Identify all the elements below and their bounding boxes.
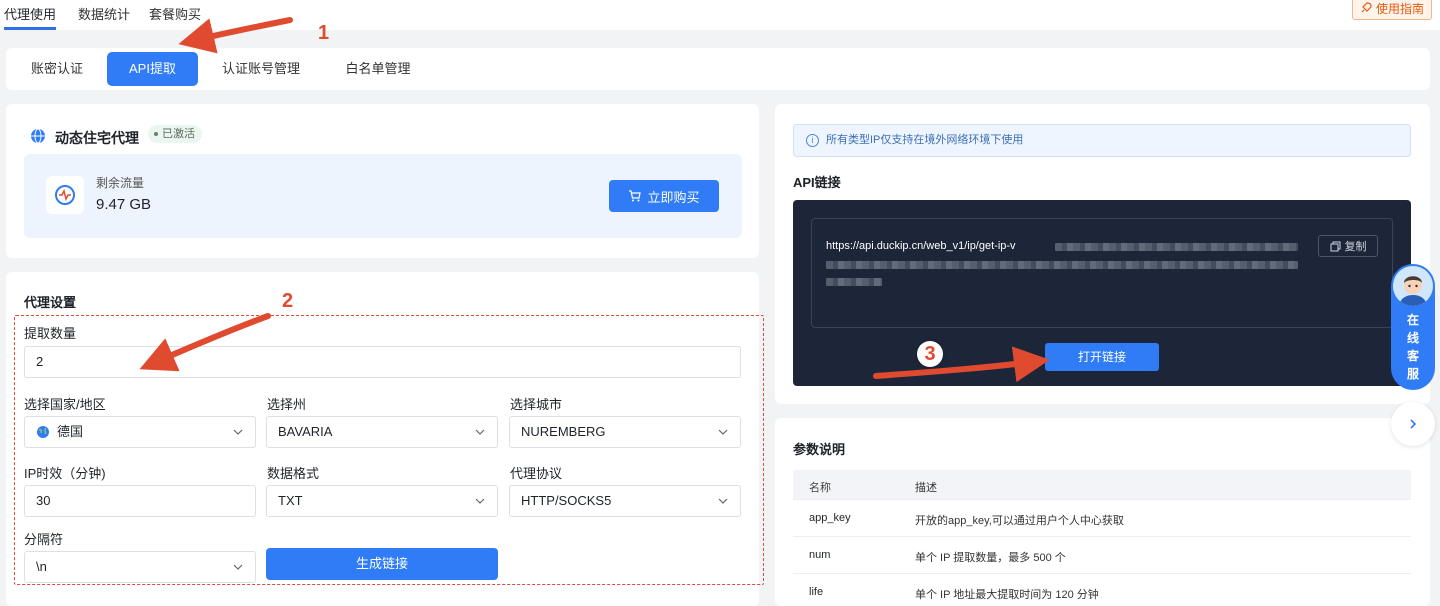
- chevron-down-icon: [233, 429, 243, 435]
- city-select[interactable]: NUREMBERG: [509, 416, 741, 448]
- city-label: 选择城市: [510, 397, 563, 412]
- table-row: life 单个 IP 地址最大提取时间为 120 分钟: [793, 574, 1411, 606]
- separator-label: 分隔符: [24, 532, 64, 547]
- notice-banner: i 所有类型IP仅支持在境外网络环境下使用: [793, 124, 1411, 157]
- globe-icon: [31, 128, 45, 144]
- remaining-flow-label: 剩余流量: [96, 176, 145, 190]
- info-icon: i: [806, 134, 819, 147]
- table-row: app_key 开放的app_key,可以通过用户个人中心获取: [793, 500, 1411, 537]
- expand-button[interactable]: [1391, 402, 1435, 446]
- buy-now-button[interactable]: 立即购买: [609, 180, 719, 212]
- proxy-title: 动态住宅代理: [55, 130, 139, 146]
- subtab-password-auth[interactable]: 账密认证: [16, 52, 98, 86]
- param-desc: 开放的app_key,可以通过用户个人中心获取: [915, 515, 1124, 527]
- subtab-api-extract[interactable]: API提取: [107, 52, 198, 86]
- protocol-value: HTTP/SOCKS5: [521, 493, 612, 508]
- usage-guide-label: 使用指南: [1375, 1, 1424, 16]
- param-desc: 单个 IP 提取数量，最多 500 个: [915, 552, 1066, 564]
- count-input[interactable]: 2: [24, 346, 741, 378]
- annotation-number-2: 2: [282, 290, 294, 312]
- table-row: num 单个 IP 提取数量，最多 500 个: [793, 537, 1411, 574]
- status-badge: 已激活: [148, 125, 202, 143]
- blurred-url-segment: [826, 278, 882, 286]
- copy-button[interactable]: 复制: [1318, 235, 1378, 257]
- table-header: 名称 描述: [793, 470, 1411, 500]
- header-name: 名称: [809, 482, 831, 494]
- blurred-url-segment: [826, 261, 1298, 269]
- tab-data-stats[interactable]: 数据统计: [78, 4, 130, 23]
- tab-proxy-usage[interactable]: 代理使用: [4, 4, 56, 23]
- api-link-title: API链接: [793, 175, 841, 190]
- protocol-label: 代理协议: [510, 466, 563, 481]
- count-label: 提取数量: [24, 326, 77, 341]
- pulse-icon: [46, 176, 84, 214]
- globe-icon: [37, 426, 49, 438]
- chevron-down-icon: [718, 429, 728, 435]
- avatar: [1393, 266, 1433, 306]
- rocket-icon: [1361, 2, 1372, 13]
- chevron-right-icon: [1410, 419, 1417, 429]
- tab-package-purchase[interactable]: 套餐购买: [149, 4, 201, 23]
- chevron-down-icon: [475, 429, 485, 435]
- notice-text: 所有类型IP仅支持在境外网络环境下使用: [826, 134, 1024, 146]
- chevron-down-icon: [475, 498, 485, 504]
- params-title: 参数说明: [793, 442, 846, 457]
- header-desc: 描述: [915, 482, 937, 494]
- service-char: 线: [1406, 331, 1419, 345]
- sub-tabs: 账密认证 API提取 认证账号管理 白名单管理: [6, 48, 1430, 90]
- flow-panel: 剩余流量 9.47 GB 立即购买: [24, 154, 742, 238]
- param-name: app_key: [809, 512, 851, 524]
- generate-link-button[interactable]: 生成链接: [266, 548, 498, 580]
- state-select[interactable]: BAVARIA: [266, 416, 498, 448]
- life-input[interactable]: 30: [24, 485, 256, 517]
- api-link-panel: https://api.duckip.cn/web_v1/ip/get-ip-v…: [793, 200, 1411, 386]
- annotation-number-3: 3: [917, 341, 943, 367]
- active-tab-indicator: [4, 27, 56, 30]
- params-card: 参数说明 名称 描述 app_key 开放的app_key,可以通过用户个人中心…: [775, 418, 1430, 606]
- open-link-button[interactable]: 打开链接: [1045, 343, 1159, 371]
- settings-title: 代理设置: [24, 295, 77, 310]
- country-value: 德国: [57, 424, 84, 439]
- blurred-url-segment: [1055, 243, 1298, 251]
- online-service-label: 在 线 客 服: [1391, 311, 1435, 383]
- chevron-down-icon: [718, 498, 728, 504]
- proxy-card: 动态住宅代理 已激活 剩余流量 9.47 GB 立即购买: [6, 104, 759, 258]
- online-service-button[interactable]: 在 线 客 服: [1391, 264, 1435, 390]
- cart-icon: [629, 190, 642, 202]
- remaining-flow-value: 9.47 GB: [96, 196, 152, 213]
- service-char: 客: [1406, 349, 1419, 363]
- proxy-settings-card: 代理设置 提取数量 2 选择国家/地区 德国 选择州 BAVARIA 选择城市 …: [6, 272, 759, 606]
- copy-label: 复制: [1344, 241, 1367, 253]
- life-label: IP时效（分钟): [24, 466, 106, 481]
- params-table: 名称 描述 app_key 开放的app_key,可以通过用户个人中心获取 nu…: [793, 470, 1411, 606]
- param-name: life: [809, 586, 824, 598]
- api-url-box[interactable]: https://api.duckip.cn/web_v1/ip/get-ip-v…: [811, 218, 1393, 328]
- top-nav: 代理使用 数据统计 套餐购买 使用指南: [0, 0, 1440, 30]
- format-select[interactable]: TXT: [266, 485, 498, 517]
- state-label: 选择州: [267, 397, 307, 412]
- usage-guide-button[interactable]: 使用指南: [1352, 0, 1432, 20]
- buy-now-label: 立即购买: [647, 189, 700, 205]
- subtab-auth-account-manage[interactable]: 认证账号管理: [210, 52, 312, 86]
- protocol-select[interactable]: HTTP/SOCKS5: [509, 485, 741, 517]
- param-desc: 单个 IP 地址最大提取时间为 120 分钟: [915, 589, 1099, 601]
- chevron-down-icon: [233, 564, 243, 570]
- format-label: 数据格式: [267, 466, 320, 481]
- country-select[interactable]: 德国: [24, 416, 256, 448]
- api-card: i 所有类型IP仅支持在境外网络环境下使用 API链接 https://api.…: [775, 104, 1430, 404]
- service-char: 服: [1406, 367, 1419, 381]
- copy-icon: [1330, 241, 1340, 251]
- city-value: NUREMBERG: [521, 424, 606, 439]
- format-value: TXT: [278, 493, 303, 508]
- separator-select[interactable]: \n: [24, 551, 256, 583]
- param-name: num: [809, 549, 831, 561]
- service-char: 在: [1406, 313, 1419, 327]
- api-url-visible: https://api.duckip.cn/web_v1/ip/get-ip-v: [826, 240, 1016, 252]
- subtab-whitelist-manage[interactable]: 白名单管理: [334, 52, 422, 86]
- separator-value: \n: [36, 559, 47, 574]
- state-value: BAVARIA: [278, 424, 333, 439]
- annotation-number-1: 1: [318, 22, 330, 44]
- country-label: 选择国家/地区: [24, 397, 106, 412]
